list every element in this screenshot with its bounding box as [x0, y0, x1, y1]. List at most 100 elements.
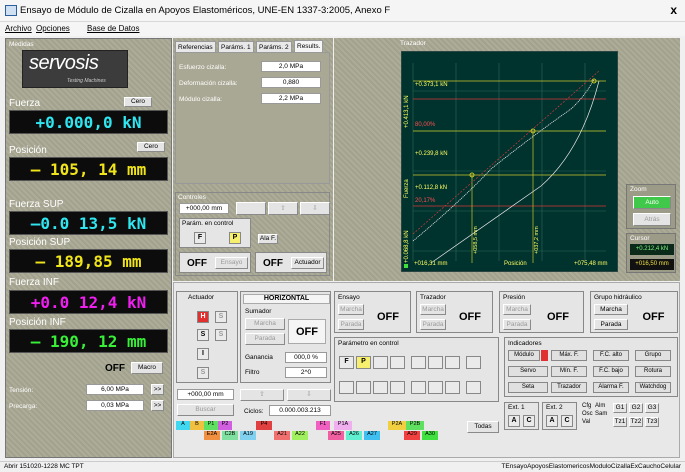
- channel-chip[interactable]: C2B: [222, 431, 238, 440]
- param-slot[interactable]: [445, 356, 460, 369]
- grupo-parada-button[interactable]: Parada: [594, 319, 628, 330]
- tz2-button[interactable]: Tz2: [629, 417, 643, 427]
- menu-base-datos[interactable]: Base de Datos: [87, 24, 139, 33]
- actuador-pos-field[interactable]: +000,00 mm: [177, 389, 234, 400]
- jog-left-button[interactable]: [236, 202, 266, 215]
- alm-label[interactable]: Alm: [595, 403, 605, 409]
- channel-chip[interactable]: P4: [256, 421, 272, 430]
- jog-down-icon[interactable]: ⇩: [300, 202, 330, 215]
- param-p-button[interactable]: P: [229, 232, 241, 244]
- channel-chip[interactable]: A27: [364, 431, 380, 440]
- channel-chip[interactable]: P2A: [388, 421, 406, 430]
- todas-button[interactable]: Todas: [467, 421, 499, 433]
- tension-field[interactable]: 6,00 MPa: [86, 384, 144, 395]
- channel-chip[interactable]: A25: [328, 431, 344, 440]
- ensayo-marcha-button[interactable]: Marcha: [338, 304, 364, 315]
- channel-chip[interactable]: B: [190, 421, 204, 430]
- channel-chip[interactable]: P1: [204, 421, 218, 430]
- tz1-button[interactable]: Tz1: [613, 417, 627, 427]
- parametro-p-button[interactable]: P: [356, 356, 371, 369]
- g3-button[interactable]: G3: [645, 403, 659, 413]
- cfg-label[interactable]: Cfg: [582, 403, 591, 409]
- presion-parada-button[interactable]: Parada: [503, 319, 531, 330]
- menu-opciones[interactable]: Opciones: [36, 24, 70, 33]
- presion-marcha-button[interactable]: Marcha: [503, 304, 531, 315]
- param-slot[interactable]: [390, 356, 405, 369]
- ensayo-parada-button[interactable]: Parada: [338, 319, 364, 330]
- s-button[interactable]: S: [197, 329, 209, 341]
- channel-chip[interactable]: A30: [422, 431, 438, 440]
- channel-chip[interactable]: A26: [346, 431, 362, 440]
- g1-button[interactable]: G1: [613, 403, 627, 413]
- tz3-button[interactable]: Tz3: [645, 417, 659, 427]
- channel-chip[interactable]: A19: [240, 431, 256, 440]
- jog-up-icon[interactable]: ⇧: [268, 202, 298, 215]
- sumador-parada-button[interactable]: Parada: [245, 333, 285, 345]
- sumador-marcha-button[interactable]: Marcha: [245, 318, 285, 330]
- zoom-atras-button[interactable]: Atrás: [633, 213, 671, 226]
- filtro-field[interactable]: 2^0: [285, 367, 327, 378]
- ensayo-control-button[interactable]: Ensayo: [215, 257, 248, 269]
- param-slot[interactable]: [411, 356, 426, 369]
- actuador-down-icon[interactable]: ⇩: [287, 389, 331, 401]
- actuador-up-icon[interactable]: ⇧: [240, 389, 284, 401]
- i-button[interactable]: I: [197, 348, 209, 360]
- channel-chip[interactable]: A22: [292, 431, 308, 440]
- tension-arrow-button[interactable]: >>: [151, 384, 164, 395]
- channel-chip[interactable]: E2A: [204, 431, 220, 440]
- ext2-a-button[interactable]: A: [546, 415, 558, 427]
- param-f-button[interactable]: F: [194, 232, 206, 244]
- channel-chip[interactable]: F1: [316, 421, 330, 430]
- trazador-marcha-button[interactable]: Marcha: [420, 304, 446, 315]
- param-slot[interactable]: [339, 381, 354, 394]
- g2-button[interactable]: G2: [629, 403, 643, 413]
- macro-button[interactable]: Macro: [131, 362, 163, 374]
- tab-results[interactable]: Results.: [294, 40, 324, 52]
- i-aux-button[interactable]: S: [197, 367, 209, 379]
- cero-posicion-button[interactable]: Cero: [137, 142, 165, 152]
- actuador-control-button[interactable]: Actuador: [291, 257, 324, 269]
- precarga-arrow-button[interactable]: >>: [151, 400, 164, 411]
- param-slot[interactable]: [466, 356, 481, 369]
- grupo-marcha-button[interactable]: Marcha: [594, 304, 628, 315]
- val-label[interactable]: Val: [582, 419, 590, 425]
- tab-params-1[interactable]: Paráms. 1: [218, 41, 254, 52]
- ganancia-field[interactable]: 000,0 %: [285, 352, 327, 363]
- param-slot[interactable]: [373, 381, 388, 394]
- close-icon[interactable]: x: [670, 3, 677, 17]
- param-slot[interactable]: [428, 381, 443, 394]
- cero-fuerza-button[interactable]: Cero: [124, 97, 152, 107]
- channel-chip[interactable]: A: [176, 421, 190, 430]
- h-aux-button[interactable]: S: [215, 311, 227, 323]
- channel-chip[interactable]: P2B: [406, 421, 424, 430]
- precarga-field[interactable]: 0,03 MPa: [86, 400, 144, 411]
- param-slot[interactable]: [373, 356, 388, 369]
- sam-label[interactable]: Sam: [595, 411, 607, 417]
- channel-chip[interactable]: P1A: [334, 421, 352, 430]
- zoom-auto-button[interactable]: Auto: [633, 196, 671, 209]
- param-slot[interactable]: [428, 356, 443, 369]
- param-slot[interactable]: [390, 381, 405, 394]
- trazador-parada-button[interactable]: Parada: [420, 319, 446, 330]
- indicadores-title: Indicadores: [508, 340, 542, 347]
- h-button[interactable]: H: [197, 311, 209, 323]
- buscar-button[interactable]: Buscar: [177, 404, 234, 416]
- menu-archivo[interactable]: Archivo: [5, 24, 32, 33]
- s-aux-button[interactable]: S: [215, 329, 227, 341]
- controles-position-field[interactable]: +000,00 mm: [179, 203, 229, 214]
- tab-params-2[interactable]: Paráms. 2: [256, 41, 292, 52]
- param-slot[interactable]: [445, 381, 460, 394]
- param-slot[interactable]: [411, 381, 426, 394]
- channel-chip[interactable]: A29: [404, 431, 420, 440]
- ext2-c-button[interactable]: C: [561, 415, 573, 427]
- tab-referencias[interactable]: Referencias: [175, 41, 216, 52]
- ala-f-button[interactable]: Ala F.: [258, 234, 278, 244]
- param-slot[interactable]: [466, 381, 481, 394]
- ext1-a-button[interactable]: A: [508, 415, 520, 427]
- channel-chip[interactable]: A21: [274, 431, 290, 440]
- param-slot[interactable]: [356, 381, 371, 394]
- parametro-f-button[interactable]: F: [339, 356, 354, 369]
- channel-chip[interactable]: P2: [218, 421, 232, 430]
- ext1-c-button[interactable]: C: [523, 415, 535, 427]
- osc-label[interactable]: Osc: [582, 411, 593, 417]
